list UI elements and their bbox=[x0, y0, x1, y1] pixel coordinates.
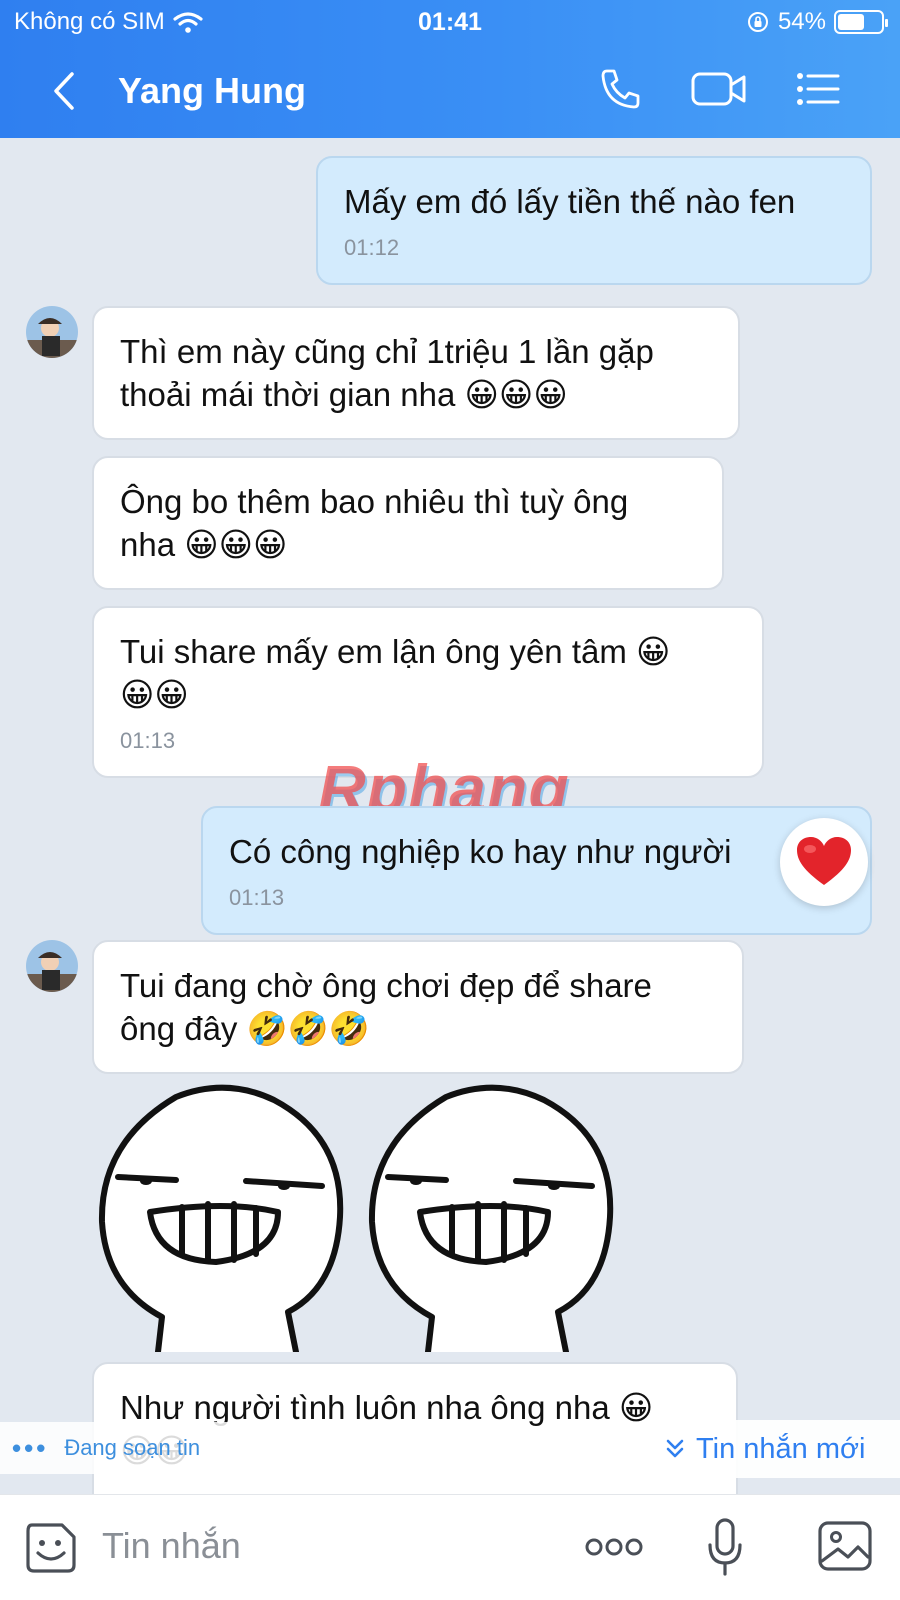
sticker-icon[interactable] bbox=[24, 1521, 78, 1575]
message-input[interactable]: Tin nhắn bbox=[102, 1525, 241, 1567]
message-text: Ông bo thêm bao nhiêu thì tuỳ ông bbox=[120, 483, 629, 520]
status-bar-right: 54% bbox=[746, 8, 888, 36]
back-arrow-icon[interactable] bbox=[44, 66, 84, 116]
message-bubble-received[interactable]: Thì em này cũng chỉ 1triệu 1 lần gặp tho… bbox=[92, 306, 740, 440]
orientation-lock-icon bbox=[747, 12, 768, 32]
microphone-icon[interactable] bbox=[706, 1517, 744, 1579]
phone-icon[interactable] bbox=[598, 66, 644, 112]
message-list[interactable]: Mấy em đó lấy tiền thế nào fen 01:12 Thì… bbox=[0, 138, 900, 1494]
message-text: nha 😀😀😀 bbox=[120, 526, 288, 563]
typing-indicator: ••• Đang soạn tin bbox=[0, 1422, 260, 1474]
heart-icon bbox=[797, 837, 851, 885]
message-bubble-sent[interactable]: Mấy em đó lấy tiền thế nào fen 01:12 bbox=[316, 156, 872, 285]
menu-list-icon[interactable] bbox=[794, 66, 842, 112]
message-input-bar: Tin nhắn bbox=[0, 1494, 900, 1600]
chat-header: Không có SIM 01:41 54% Yang Hung bbox=[0, 0, 900, 138]
video-call-icon[interactable] bbox=[690, 66, 748, 112]
avatar[interactable] bbox=[26, 940, 78, 992]
image-gallery-icon[interactable] bbox=[816, 1519, 874, 1573]
avatar[interactable] bbox=[26, 306, 78, 358]
message-text: thoải mái thời gian nha 😀😀😀 bbox=[120, 376, 568, 413]
grinning-faces-sticker[interactable] bbox=[96, 1082, 656, 1352]
message-text: 😀😀 bbox=[120, 676, 189, 713]
message-text: Tui share mấy em lận ông yên tâm 😀 bbox=[120, 633, 671, 670]
reaction-heart[interactable] bbox=[780, 818, 868, 906]
double-chevron-down-icon bbox=[666, 1439, 684, 1458]
message-text: ông đây 🤣🤣🤣 bbox=[120, 1010, 370, 1047]
typing-label: Đang soạn tin bbox=[64, 1435, 201, 1460]
new-message-button[interactable]: Tin nhắn mới bbox=[650, 1420, 900, 1478]
message-bubble-sent[interactable]: Có công nghiệp ko hay như người 01:13 bbox=[201, 806, 872, 935]
message-bubble-received[interactable]: Tui đang chờ ông chơi đẹp để share ông đ… bbox=[92, 940, 744, 1074]
typing-dots-icon: ••• bbox=[12, 1432, 49, 1463]
message-time: 01:12 bbox=[344, 235, 400, 260]
battery-percent: 54% bbox=[777, 8, 826, 35]
message-text: Mấy em đó lấy tiền thế nào fen bbox=[344, 183, 796, 220]
message-text: Có công nghiệp ko hay như người bbox=[229, 833, 732, 870]
message-time: 01:13 bbox=[229, 885, 285, 910]
contact-name[interactable]: Yang Hung bbox=[118, 70, 306, 112]
new-message-label: Tin nhắn mới bbox=[696, 1432, 866, 1465]
message-text: Tui đang chờ ông chơi đẹp để share bbox=[120, 967, 652, 1004]
message-bubble-received[interactable]: Ông bo thêm bao nhiêu thì tuỳ ông nha 😀😀… bbox=[92, 456, 724, 590]
message-text: Thì em này cũng chỉ 1triệu 1 lần gặp bbox=[120, 333, 654, 370]
battery-icon bbox=[834, 10, 888, 34]
more-options-icon[interactable] bbox=[584, 1535, 644, 1559]
